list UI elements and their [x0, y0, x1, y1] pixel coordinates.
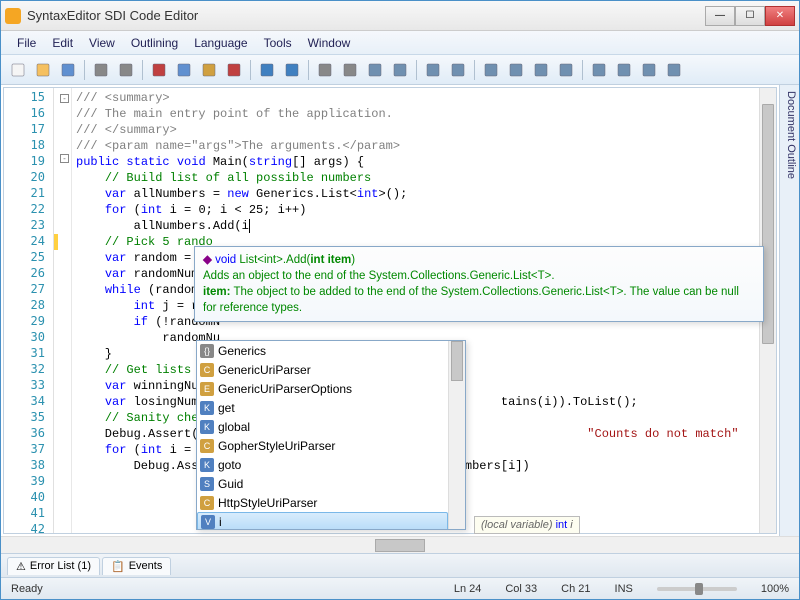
statusbar: Ready Ln 24 Col 33 Ch 21 INS 100%: [1, 577, 799, 599]
autocomplete-item[interactable]: Kgoto: [197, 455, 448, 474]
autocomplete-item[interactable]: Kglobal: [197, 417, 448, 436]
status-ins: INS: [615, 583, 633, 595]
status-line: Ln 24: [454, 583, 482, 595]
autocomplete-hint: (local variable) int i: [474, 516, 580, 534]
autocomplete-item[interactable]: Kget: [197, 398, 448, 417]
code-line[interactable]: var allNumbers = new Generics.List<int>(…: [76, 186, 755, 202]
code-line[interactable]: // Build list of all possible numbers: [76, 170, 755, 186]
maximize-button[interactable]: ☐: [735, 6, 765, 26]
fold-column: --: [58, 88, 72, 533]
format-button[interactable]: [389, 59, 411, 81]
menubar: FileEditViewOutliningLanguageToolsWindow: [1, 31, 799, 55]
preview-button[interactable]: [115, 59, 137, 81]
main-area: 1516171819202122232425262728293031323334…: [1, 85, 799, 536]
new-button[interactable]: [7, 59, 29, 81]
align-r-button[interactable]: [505, 59, 527, 81]
open-button[interactable]: [32, 59, 54, 81]
titlebar: SyntaxEditor SDI Code Editor — ☐ ✕: [1, 1, 799, 31]
cut-button[interactable]: [148, 59, 170, 81]
uncomment-button[interactable]: [555, 59, 577, 81]
autocomplete-item[interactable]: CHttpStyleUriParser: [197, 493, 448, 512]
paste-button[interactable]: [198, 59, 220, 81]
status-zoom: 100%: [761, 583, 789, 595]
bottom-tab-events[interactable]: 📋Events: [102, 557, 171, 575]
horizontal-scrollbar[interactable]: [1, 536, 799, 553]
menu-outlining[interactable]: Outlining: [123, 34, 186, 52]
copy-button[interactable]: [173, 59, 195, 81]
undo-button[interactable]: [256, 59, 278, 81]
close-button[interactable]: ✕: [765, 6, 795, 26]
replace-button[interactable]: [339, 59, 361, 81]
autocomplete-item[interactable]: CGopherStyleUriParser: [197, 436, 448, 455]
tooltip-description: Adds an object to the end of the System.…: [203, 268, 755, 284]
code-line[interactable]: allNumbers.Add(i: [76, 218, 755, 234]
parameter-info-tooltip: ◆ void List<int>.Add(int item) Adds an o…: [194, 246, 764, 322]
autocomplete-item[interactable]: Vi: [197, 512, 448, 529]
bottom-tabs: ⚠Error List (1)📋Events: [1, 553, 799, 577]
menu-edit[interactable]: Edit: [44, 34, 81, 52]
fold-toggle[interactable]: -: [60, 154, 69, 163]
code-line[interactable]: /// </summary>: [76, 122, 755, 138]
bottom-tab-error-list-[interactable]: ⚠Error List (1): [7, 557, 100, 575]
menu-language[interactable]: Language: [186, 34, 255, 52]
editor: 1516171819202122232425262728293031323334…: [3, 87, 777, 534]
app-icon: [5, 8, 21, 24]
bookmark-button[interactable]: [588, 59, 610, 81]
window-title: SyntaxEditor SDI Code Editor: [27, 8, 705, 23]
outdent-button[interactable]: [422, 59, 444, 81]
status-ch: Ch 21: [561, 583, 590, 595]
bookmark-next-button[interactable]: [638, 59, 660, 81]
autocomplete-popup[interactable]: {}GenericsCGenericUriParserEGenericUriPa…: [196, 340, 466, 530]
bookmark-prev-button[interactable]: [613, 59, 635, 81]
print-button[interactable]: [90, 59, 112, 81]
zoom-slider[interactable]: [657, 587, 737, 591]
menu-view[interactable]: View: [81, 34, 123, 52]
menu-file[interactable]: File: [9, 34, 44, 52]
menu-tools[interactable]: Tools: [256, 34, 300, 52]
status-col: Col 33: [505, 583, 537, 595]
comment-button[interactable]: [530, 59, 552, 81]
toolbar: [1, 55, 799, 85]
status-ready: Ready: [11, 583, 43, 595]
code-line[interactable]: /// <param name="args">The arguments.</p…: [76, 138, 755, 154]
delete-button[interactable]: [223, 59, 245, 81]
find-button[interactable]: [314, 59, 336, 81]
autocomplete-item[interactable]: {}Generics: [197, 341, 448, 360]
code-line[interactable]: /// The main entry point of the applicat…: [76, 106, 755, 122]
app-window: SyntaxEditor SDI Code Editor — ☐ ✕ FileE…: [0, 0, 800, 600]
line-number-gutter: 1516171819202122232425262728293031323334…: [4, 88, 54, 533]
menu-window[interactable]: Window: [300, 34, 359, 52]
autocomplete-item[interactable]: SGuid: [197, 474, 448, 493]
align-l-button[interactable]: [480, 59, 502, 81]
minimize-button[interactable]: —: [705, 6, 735, 26]
select-button[interactable]: [364, 59, 386, 81]
autocomplete-item[interactable]: EGenericUriParserOptions: [197, 379, 448, 398]
document-outline-tab[interactable]: Document Outline: [779, 85, 799, 536]
code-line[interactable]: for (int i = 0; i < 25; i++): [76, 202, 755, 218]
save-button[interactable]: [57, 59, 79, 81]
autocomplete-item[interactable]: CGenericUriParser: [197, 360, 448, 379]
redo-button[interactable]: [281, 59, 303, 81]
code-line[interactable]: /// <summary>: [76, 90, 755, 106]
fold-toggle[interactable]: -: [60, 94, 69, 103]
indent-button[interactable]: [447, 59, 469, 81]
autocomplete-scrollbar[interactable]: [448, 341, 465, 529]
code-line[interactable]: public static void Main(string[] args) {: [76, 154, 755, 170]
bookmark-clear-button[interactable]: [663, 59, 685, 81]
